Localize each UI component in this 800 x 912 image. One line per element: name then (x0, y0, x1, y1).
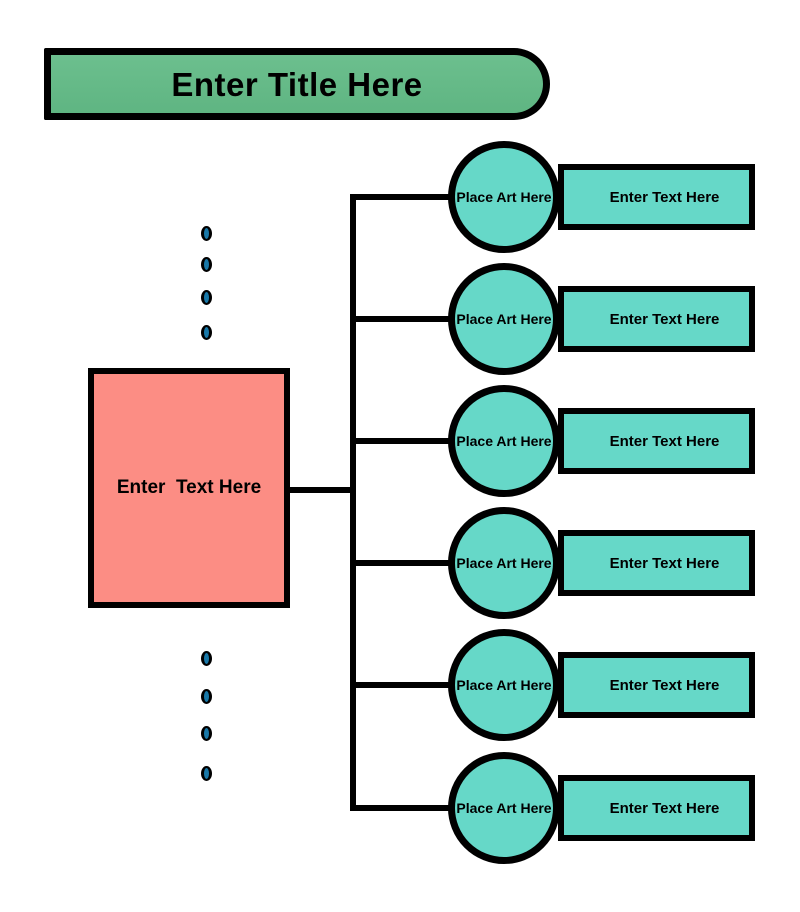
connector-branch (350, 682, 456, 688)
leaf-art-circle[interactable]: Place Art Here (448, 385, 560, 497)
connector-branch (350, 805, 456, 811)
leaf-text-box-label: Enter Text Here (609, 799, 720, 817)
ellipsis-dot-bottom (201, 766, 212, 781)
diagram-canvas: Enter Title Here Enter Text Here Enter T… (0, 0, 800, 912)
leaf-art-circle[interactable]: Place Art Here (448, 263, 560, 375)
title-text: Enter Title Here (171, 65, 423, 103)
connector-branch (350, 438, 456, 444)
title-banner[interactable]: Enter Title Here (44, 48, 550, 120)
leaf-text-box-label: Enter Text Here (609, 554, 720, 572)
leaf-art-circle[interactable]: Place Art Here (448, 141, 560, 253)
leaf-text-box[interactable]: Enter Text Here (558, 164, 755, 230)
leaf-text-box-label: Enter Text Here (609, 676, 720, 694)
leaf-text-box[interactable]: Enter Text Here (558, 408, 755, 474)
leaf-art-circle[interactable]: Place Art Here (448, 752, 560, 864)
leaf-text-box-label: Enter Text Here (609, 188, 720, 206)
leaf-text-box[interactable]: Enter Text Here (558, 775, 755, 841)
connector-branch (350, 194, 456, 200)
leaf-art-circle-label: Place Art Here (456, 433, 552, 449)
leaf-art-circle[interactable]: Place Art Here (448, 507, 560, 619)
leaf-art-circle[interactable]: Place Art Here (448, 629, 560, 741)
connector-branch (350, 560, 456, 566)
connector-trunk (350, 195, 356, 811)
connector-branch (350, 316, 456, 322)
leaf-text-box[interactable]: Enter Text Here (558, 286, 755, 352)
leaf-text-box-label: Enter Text Here (609, 432, 720, 450)
leaf-art-circle-label: Place Art Here (456, 311, 552, 327)
connector-root-stub (288, 487, 354, 493)
ellipsis-dot-top (201, 226, 212, 241)
leaf-art-circle-label: Place Art Here (456, 189, 552, 205)
ellipsis-dot-bottom (201, 689, 212, 704)
leaf-art-circle-label: Place Art Here (456, 800, 552, 816)
leaf-art-circle-label: Place Art Here (456, 555, 552, 571)
leaf-text-box[interactable]: Enter Text Here (558, 652, 755, 718)
leaf-text-box[interactable]: Enter Text Here (558, 530, 755, 596)
leaf-art-circle-label: Place Art Here (456, 677, 552, 693)
ellipsis-dot-top (201, 290, 212, 305)
ellipsis-dot-bottom (201, 651, 212, 666)
ellipsis-dot-bottom (201, 726, 212, 741)
root-node-label: Enter Text Here (116, 477, 262, 498)
ellipsis-dot-top (201, 257, 212, 272)
root-node[interactable]: Enter Text Here (88, 368, 290, 608)
leaf-text-box-label: Enter Text Here (609, 310, 720, 328)
ellipsis-dot-top (201, 325, 212, 340)
